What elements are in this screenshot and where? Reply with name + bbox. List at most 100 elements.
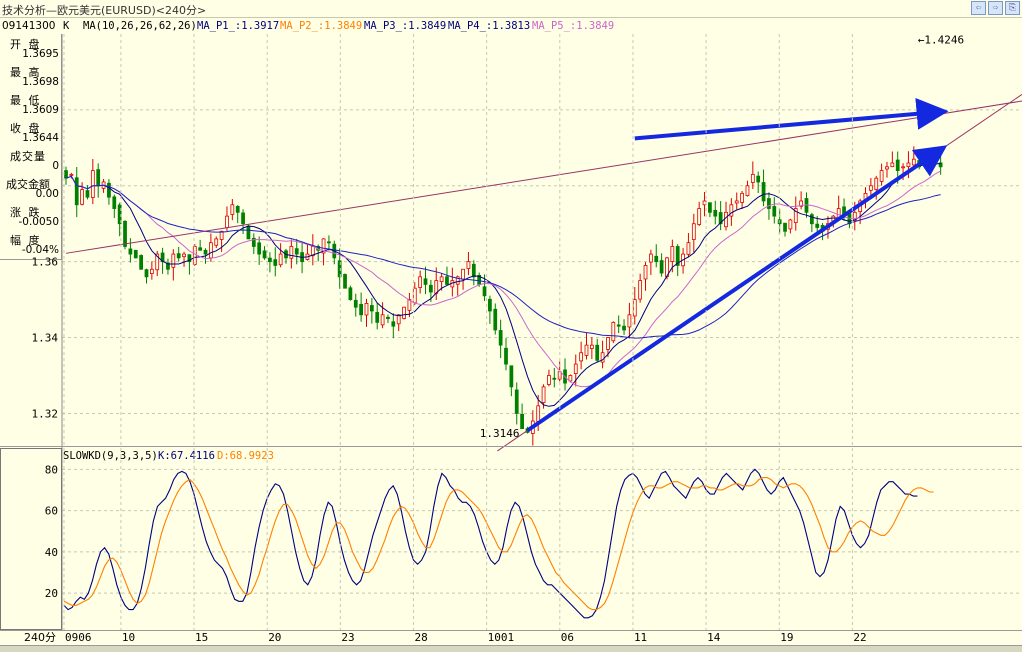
candle-body <box>643 265 648 280</box>
candle-body <box>734 200 739 204</box>
candle-body <box>589 344 594 349</box>
candle-body <box>869 185 873 191</box>
candle-body <box>745 185 750 196</box>
candle-body <box>616 324 621 327</box>
time-tick-label: 19 <box>780 631 793 644</box>
candle-body <box>573 363 578 374</box>
candle-body <box>514 389 519 414</box>
candle-body <box>686 242 691 255</box>
candle-body <box>418 276 423 288</box>
time-tick-label: 10 <box>122 631 135 644</box>
time-tick-label: 20 <box>268 631 281 644</box>
candle-body <box>96 169 101 187</box>
candle-body <box>874 177 879 190</box>
kd-series-k <box>63 468 918 619</box>
candle-body <box>74 177 79 206</box>
candle-body <box>541 386 546 404</box>
candle-body <box>901 166 905 169</box>
candle-body <box>622 325 626 331</box>
candle-body <box>493 308 498 331</box>
candle-body <box>724 211 728 228</box>
candle-body <box>697 208 702 225</box>
candle-body <box>815 223 820 228</box>
candle-body <box>176 253 181 259</box>
candle-body <box>386 316 390 319</box>
candle-body <box>144 269 149 278</box>
candle-body <box>225 215 229 229</box>
candle-body <box>509 365 514 388</box>
candle-body <box>149 268 154 275</box>
candle-body <box>402 306 406 319</box>
candle-body <box>552 377 557 380</box>
candle-body <box>64 170 68 179</box>
candle-body <box>520 413 524 430</box>
price-tick-label: 1.34 <box>32 332 59 345</box>
k-legend: K:67.4116 <box>158 450 215 462</box>
candle-body <box>767 198 771 209</box>
candle-body <box>466 261 471 269</box>
candle-body <box>423 278 428 285</box>
candle-body <box>364 303 369 316</box>
candle-body <box>504 347 508 365</box>
candle-body <box>632 299 637 317</box>
resistance-line <box>65 100 1022 254</box>
candle-body <box>139 255 143 270</box>
candle-body <box>804 198 809 213</box>
candle-body <box>90 170 95 198</box>
candle-body <box>214 238 219 246</box>
candle-body <box>568 375 573 382</box>
candle-body <box>262 250 267 259</box>
candle-body <box>654 255 659 263</box>
candle-body <box>294 248 299 255</box>
candle-body <box>482 286 487 297</box>
candle-body <box>579 352 583 362</box>
candle-body <box>885 166 889 170</box>
time-tick-label: 1001 <box>488 631 515 644</box>
candle-body <box>761 182 766 202</box>
candle-body <box>246 225 251 240</box>
candle-body <box>289 246 294 259</box>
candle-body <box>702 200 707 206</box>
kd-tick-label: 40 <box>45 546 58 559</box>
candle-body <box>171 253 176 268</box>
candle-body <box>638 280 643 300</box>
candle-body <box>439 276 444 283</box>
candle-body <box>809 214 814 225</box>
candle-body <box>627 314 632 328</box>
candle-body <box>133 249 138 259</box>
candle-body <box>772 206 777 217</box>
price-pane: 1.36 1.34 1.32 ←1.4246 1.3146 <box>32 33 1022 452</box>
period-label: 240分 <box>24 631 56 644</box>
upper-trend-arrow <box>634 97 949 141</box>
candle-body <box>327 241 331 244</box>
candle-body <box>890 162 895 168</box>
candle-body <box>192 246 197 265</box>
ma-line-map1 <box>65 163 941 407</box>
candle-body <box>353 299 358 308</box>
chart-canvas[interactable]: 1.36 1.34 1.32 ←1.4246 1.3146 80 60 40 20 SLOWKD… <box>0 0 1022 645</box>
high-annotation: ←1.4246 <box>918 33 964 46</box>
candle-body <box>691 223 696 240</box>
candle-body <box>713 209 718 217</box>
price-tick-label: 1.32 <box>32 407 59 420</box>
candle-body <box>230 204 235 215</box>
candle-body <box>257 242 262 255</box>
candle-body <box>241 212 245 225</box>
time-tick-label: 14 <box>707 631 721 644</box>
candle-body <box>369 305 374 312</box>
candle-body <box>80 189 84 205</box>
candle-body <box>488 298 492 312</box>
candle-body <box>69 173 74 176</box>
kd-tick-label: 20 <box>45 587 58 600</box>
time-tick-label: 0906 <box>65 631 92 644</box>
candle-body <box>375 312 380 323</box>
candle-body <box>278 253 283 266</box>
candle-body <box>895 159 900 171</box>
price-tick-label: 1.36 <box>32 256 59 269</box>
candle-body <box>203 249 208 255</box>
candle-body <box>595 344 600 361</box>
candle-body <box>606 337 610 350</box>
candle-body <box>391 321 396 327</box>
kd-title: SLOWKD(9,3,3,5) <box>63 450 158 462</box>
candle-body <box>343 274 347 289</box>
